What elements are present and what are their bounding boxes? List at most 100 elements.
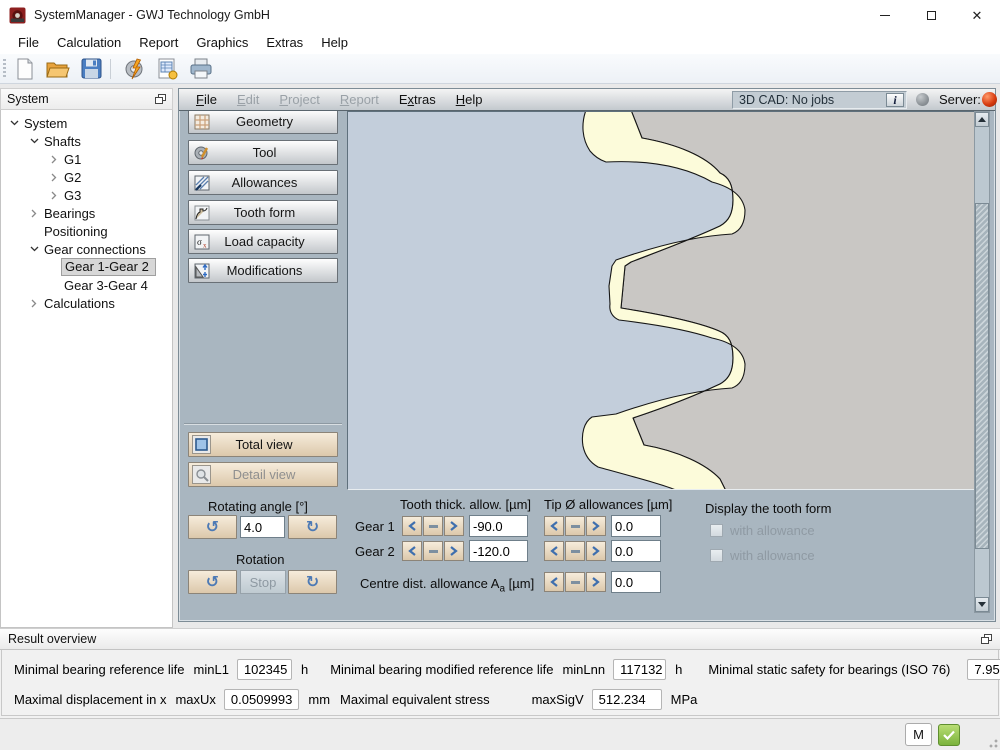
reset-button[interactable] [423, 516, 443, 536]
geometry-button[interactable]: Geometry [188, 111, 338, 134]
rotation-ccw-button[interactable]: ↺ [188, 570, 237, 594]
resize-grip[interactable] [986, 736, 998, 748]
reset-button[interactable] [565, 516, 585, 536]
gear1-thick-input[interactable] [469, 515, 528, 537]
menu-calculation[interactable]: Calculation [48, 32, 130, 53]
result-field: 102345 [237, 659, 292, 680]
increment-button[interactable] [586, 572, 606, 592]
gear2-tip-input[interactable] [611, 540, 661, 562]
gear-menu-file[interactable]: File [186, 92, 227, 107]
gear-menu-extras[interactable]: Extras [389, 92, 446, 107]
centre-distance-input[interactable] [611, 571, 661, 593]
float-panel-icon[interactable] [981, 634, 992, 644]
reset-button[interactable] [565, 541, 585, 561]
tree-item-gear3-gear4[interactable]: Gear 3-Gear 4 [1, 276, 172, 294]
confirm-button[interactable] [938, 724, 960, 746]
chevron-down-icon[interactable] [27, 242, 41, 256]
rotation-cw-button[interactable]: ↻ [288, 570, 337, 594]
rotating-angle-label: Rotating angle [°] [208, 499, 308, 514]
rotating-angle-input[interactable] [240, 516, 285, 538]
calculate-button[interactable] [121, 56, 149, 82]
menu-graphics[interactable]: Graphics [187, 32, 257, 53]
tree-item-calculations[interactable]: Calculations [1, 294, 172, 312]
maximize-button[interactable] [908, 0, 954, 30]
main-menubar: File Calculation Report Graphics Extras … [0, 30, 1000, 54]
tree-item-system[interactable]: System [1, 114, 172, 132]
chevron-right-icon[interactable] [47, 152, 61, 166]
cad-status-indicator [916, 93, 929, 106]
menu-help[interactable]: Help [312, 32, 357, 53]
increment-button[interactable] [444, 516, 464, 536]
tooth-form-button[interactable]: Tooth form [188, 200, 338, 225]
chevron-left-icon [550, 577, 558, 587]
minimize-button[interactable] [862, 0, 908, 30]
toolbar-grip[interactable] [3, 59, 6, 79]
chevron-left-icon [550, 521, 558, 531]
load-capacity-button[interactable]: σx Load capacity [188, 229, 338, 254]
menu-extras[interactable]: Extras [257, 32, 312, 53]
allowances-button[interactable]: Allowances [188, 170, 338, 195]
tree-item-g2[interactable]: G2 [1, 168, 172, 186]
open-file-button[interactable] [44, 56, 72, 82]
tree-item-gear1-gear2[interactable]: Gear 1-Gear 2 [1, 258, 172, 276]
float-panel-icon[interactable] [155, 94, 166, 104]
chevron-right-icon[interactable] [27, 296, 41, 310]
chevron-right-icon [592, 577, 600, 587]
chevron-right-icon[interactable] [47, 170, 61, 184]
gear2-thick-input[interactable] [469, 540, 528, 562]
reset-button[interactable] [423, 541, 443, 561]
increment-button[interactable] [444, 541, 464, 561]
chevron-right-icon [592, 521, 600, 531]
increment-button[interactable] [586, 541, 606, 561]
menu-report[interactable]: Report [130, 32, 187, 53]
new-file-icon [15, 58, 35, 80]
decrement-button[interactable] [544, 572, 564, 592]
rotate-ccw-button[interactable]: ↺ [188, 515, 237, 539]
gear-menu-help[interactable]: Help [446, 92, 493, 107]
svg-text:x: x [203, 241, 207, 249]
tree-item-g1[interactable]: G1 [1, 150, 172, 168]
tree-item-gear-connections[interactable]: Gear connections [1, 240, 172, 258]
info-button[interactable]: i [886, 93, 904, 107]
increment-button[interactable] [586, 516, 606, 536]
decrement-button[interactable] [544, 516, 564, 536]
new-file-button[interactable] [11, 56, 39, 82]
centre-distance-spinner [544, 572, 606, 592]
report-button[interactable] [154, 56, 182, 82]
tooth-form-canvas[interactable] [347, 111, 975, 490]
print-button[interactable] [187, 56, 215, 82]
chevron-left-icon [408, 546, 416, 556]
chevron-down-icon[interactable] [27, 134, 41, 148]
scrollbar-thumb[interactable] [975, 203, 989, 549]
m-button[interactable]: M [905, 723, 932, 746]
arrow-up-icon [978, 117, 986, 122]
decrement-button[interactable] [402, 541, 422, 561]
decrement-button[interactable] [402, 516, 422, 536]
gear1-tip-input[interactable] [611, 515, 661, 537]
total-view-button[interactable]: Total view [188, 432, 338, 457]
checkbox-icon [710, 549, 723, 562]
tree-item-bearings[interactable]: Bearings [1, 204, 172, 222]
tool-button[interactable]: Tool [188, 140, 338, 165]
modifications-button[interactable]: Modifications [188, 258, 338, 283]
tree-item-positioning[interactable]: Positioning [1, 222, 172, 240]
app-window: SystemManager - GWJ Technology GmbH ✕ Fi… [0, 0, 1000, 750]
result-overview-header: Result overview [0, 628, 1000, 650]
save-button[interactable] [77, 56, 105, 82]
chevron-right-icon[interactable] [47, 188, 61, 202]
rotate-cw-button[interactable]: ↻ [288, 515, 337, 539]
chevron-down-icon[interactable] [7, 116, 21, 130]
scroll-down-button[interactable] [975, 597, 989, 612]
canvas-vertical-scrollbar[interactable] [974, 111, 990, 613]
chevron-right-icon[interactable] [27, 206, 41, 220]
close-button[interactable]: ✕ [954, 0, 1000, 30]
tree-item-g3[interactable]: G3 [1, 186, 172, 204]
decrement-button[interactable] [544, 541, 564, 561]
tree-item-shafts[interactable]: Shafts [1, 132, 172, 150]
with-allowance-checkbox-1: with allowance [710, 523, 815, 538]
menu-file[interactable]: File [9, 32, 48, 53]
scroll-up-button[interactable] [975, 112, 989, 127]
reset-button[interactable] [565, 572, 585, 592]
app-icon [9, 7, 26, 24]
cad-status-text: 3D CAD: No jobs [739, 93, 886, 107]
